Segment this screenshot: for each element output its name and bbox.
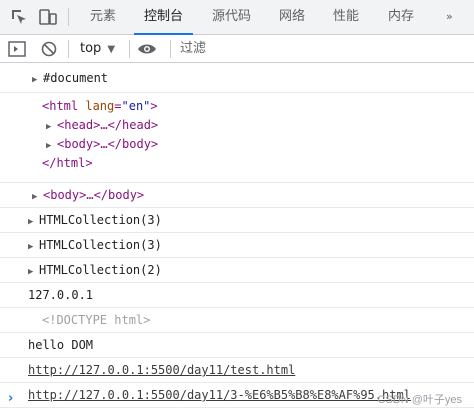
html-close-tag: </html> — [42, 156, 93, 170]
toolbar-divider-3 — [170, 40, 171, 58]
html-open-tag[interactable]: <html lang="en"> — [42, 97, 158, 115]
console-row-doctype: <!DOCTYPE html> — [0, 308, 474, 333]
console-row-text: hello DOM — [0, 333, 474, 358]
url-link[interactable]: http://127.0.0.1:5500/day11/test.html — [28, 361, 295, 379]
tab-elements[interactable]: 元素 — [90, 0, 116, 34]
clear-console-icon[interactable] — [38, 38, 60, 60]
expand-triangle-icon[interactable]: ▶ — [28, 213, 39, 231]
live-expression-eye-icon[interactable] — [136, 38, 158, 60]
tab-memory[interactable]: 内存 — [388, 0, 414, 34]
document-node: #document — [43, 71, 109, 85]
url-link[interactable]: http://127.0.0.1:5500/day11/3-%E6%B5%B8%… — [28, 386, 411, 404]
collection-label: HTMLCollection(3) — [39, 238, 162, 252]
context-selector-label: top — [80, 41, 102, 56]
filter-input[interactable]: 过滤 — [180, 40, 206, 58]
collection-label: HTMLCollection(2) — [39, 263, 162, 277]
console-row-url: http://127.0.0.1:5500/day11/test.html — [0, 358, 474, 383]
toolbar-divider — [68, 40, 69, 58]
doctype-node[interactable]: <!DOCTYPE html> — [42, 311, 150, 329]
expandable-node[interactable]: ▶ #document — [32, 69, 108, 87]
prompt-chevron-icon: › — [8, 391, 14, 406]
collection-node[interactable]: ▶ HTMLCollection(2) — [28, 261, 162, 279]
log-text: hello DOM — [28, 338, 94, 352]
context-selector[interactable]: top ▼ — [80, 39, 115, 59]
watermark: CSDN @叶子yes — [377, 394, 462, 406]
console-row-html-tree: <html lang="en"> ▶ <head>…</head> ▶ <body>… — [0, 93, 474, 183]
console-row-collection: ▶ HTMLCollection(3) — [0, 208, 474, 233]
tabbar-divider — [68, 8, 69, 26]
html-tag-part: <html — [42, 99, 86, 113]
expand-triangle-icon[interactable]: ▶ — [32, 188, 43, 206]
console-row-body: ▶ <body>…</body> — [0, 183, 474, 208]
tab-network[interactable]: 网络 — [279, 0, 305, 34]
console-row-document: ▶ #document — [0, 63, 474, 93]
head-node[interactable]: ▶ <head>…</head> — [46, 116, 158, 134]
body-element-node[interactable]: ▶ <body>…</body> — [32, 186, 144, 204]
console-prompt[interactable]: › — [8, 391, 13, 406]
tab-performance[interactable]: 性能 — [333, 0, 359, 34]
sidebar-toggle-icon[interactable] — [6, 38, 28, 60]
toolbar-divider-2 — [129, 40, 130, 58]
body-tag: <body>…</body> — [57, 137, 159, 151]
dropdown-arrow-icon: ▼ — [107, 44, 116, 55]
head-tag: <head>…</head> — [57, 118, 159, 132]
console-toolbar: top ▼ 过滤 — [0, 35, 474, 63]
body-element-tag: <body>…</body> — [43, 188, 145, 202]
expand-triangle-icon[interactable]: ▶ — [32, 71, 43, 89]
html-tag-part: > — [150, 99, 158, 113]
html-tag-part: lang — [85, 99, 115, 113]
html-tag-part: = — [114, 99, 122, 113]
more-tabs-icon[interactable]: » — [446, 0, 453, 34]
tab-sources[interactable]: 源代码 — [212, 0, 251, 34]
host-value: 127.0.0.1 — [28, 288, 94, 302]
device-toolbar-icon[interactable] — [37, 6, 59, 28]
expand-triangle-icon[interactable]: ▶ — [46, 118, 57, 136]
expand-triangle-icon[interactable]: ▶ — [28, 263, 39, 281]
body-node[interactable]: ▶ <body>…</body> — [46, 135, 158, 153]
collection-label: HTMLCollection(3) — [39, 213, 162, 227]
html-tag-part: "en" — [121, 99, 151, 113]
expand-triangle-icon[interactable]: ▶ — [46, 137, 57, 155]
inspect-element-icon[interactable] — [8, 6, 30, 28]
expand-triangle-icon[interactable]: ▶ — [28, 238, 39, 256]
collection-node[interactable]: ▶ HTMLCollection(3) — [28, 211, 162, 229]
devtools-tabbar: 元素 控制台 源代码 网络 性能 内存 » — [0, 0, 474, 35]
collection-node[interactable]: ▶ HTMLCollection(3) — [28, 236, 162, 254]
tab-console[interactable]: 控制台 — [133, 0, 194, 35]
console-row-collection: ▶ HTMLCollection(3) — [0, 233, 474, 258]
console-row-host: 127.0.0.1 — [0, 283, 474, 308]
console-row-collection: ▶ HTMLCollection(2) — [0, 258, 474, 283]
